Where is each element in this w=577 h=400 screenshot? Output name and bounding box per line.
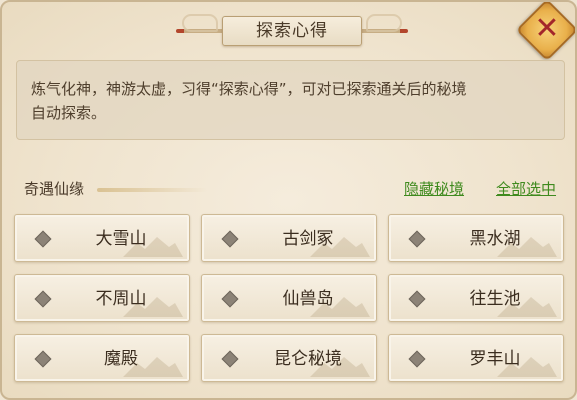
realm-name: 罗丰山 xyxy=(469,349,521,369)
close-icon[interactable]: ✕ xyxy=(525,8,569,52)
diamond-checkbox-icon[interactable] xyxy=(221,230,239,248)
diamond-checkbox-icon[interactable] xyxy=(408,290,426,308)
realm-option[interactable]: 古剑冢 xyxy=(201,214,377,262)
diamond-checkbox-icon[interactable] xyxy=(408,350,426,368)
realm-option[interactable]: 黑水湖 xyxy=(388,214,564,262)
realm-option[interactable]: 不周山 xyxy=(14,274,190,322)
realm-name: 往生池 xyxy=(469,289,521,309)
hide-realms-link[interactable]: 隐藏秘境 xyxy=(404,178,464,199)
description-box: 炼气化神，神游太虚，习得“探索心得”，可对已探索通关后的秘境 自动探索。 xyxy=(16,60,565,140)
realm-option[interactable]: 昆仑秘境 xyxy=(201,334,377,382)
panel-title: 探索心得 xyxy=(222,16,362,46)
realm-name: 仙兽岛 xyxy=(282,289,334,309)
realm-name: 魔殿 xyxy=(104,349,138,369)
diamond-checkbox-icon[interactable] xyxy=(221,290,239,308)
cloud-ornament-right-icon xyxy=(366,14,402,32)
title-bar: 探索心得 xyxy=(172,10,412,50)
exploration-insight-panel: 探索心得 ✕ 炼气化神，神游太虚，习得“探索心得”，可对已探索通关后的秘境 自动… xyxy=(0,0,577,400)
realm-option[interactable]: 大雪山 xyxy=(14,214,190,262)
diamond-checkbox-icon[interactable] xyxy=(408,230,426,248)
diamond-checkbox-icon[interactable] xyxy=(34,350,52,368)
realm-name: 不周山 xyxy=(95,289,147,309)
select-all-link[interactable]: 全部选中 xyxy=(496,178,556,199)
realm-option[interactable]: 罗丰山 xyxy=(388,334,564,382)
description-line-2: 自动探索。 xyxy=(31,104,107,122)
realm-option[interactable]: 仙兽岛 xyxy=(201,274,377,322)
description-line-1: 炼气化神，神游太虚，习得“探索心得”，可对已探索通关后的秘境 xyxy=(31,80,467,98)
realm-option[interactable]: 魔殿 xyxy=(14,334,190,382)
realm-option[interactable]: 往生池 xyxy=(388,274,564,322)
diamond-checkbox-icon[interactable] xyxy=(34,230,52,248)
diamond-checkbox-icon[interactable] xyxy=(34,290,52,308)
realm-name: 黑水湖 xyxy=(469,229,521,249)
diamond-checkbox-icon[interactable] xyxy=(221,350,239,368)
realm-name: 古剑冢 xyxy=(282,229,334,249)
section-label: 奇遇仙缘 xyxy=(24,180,85,198)
realm-name: 大雪山 xyxy=(95,229,147,249)
cloud-ornament-left-icon xyxy=(182,14,218,32)
section-divider xyxy=(97,188,207,192)
realm-name: 昆仑秘境 xyxy=(274,349,342,369)
realm-grid: 大雪山 古剑冢 黑水湖 不周山 仙兽岛 往生池 魔殿 昆仑秘境 罗丰山 xyxy=(14,214,564,382)
